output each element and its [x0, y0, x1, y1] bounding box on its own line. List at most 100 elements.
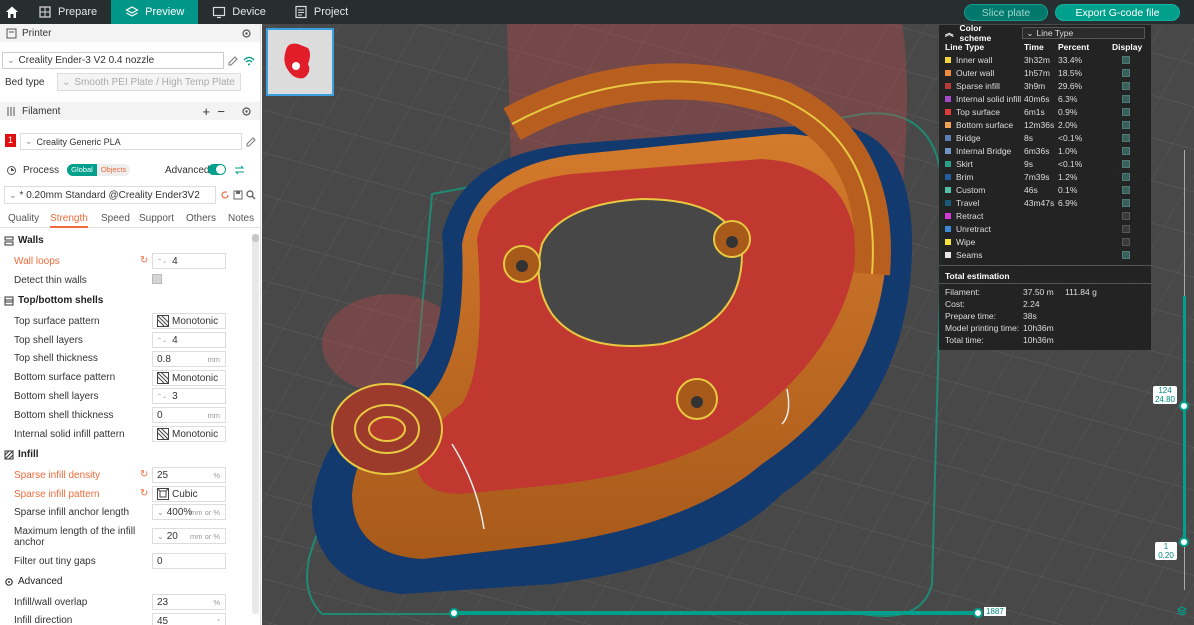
density-value: 25 — [157, 469, 169, 481]
legend-display-checkbox[interactable] — [1122, 81, 1130, 90]
remove-filament-icon[interactable]: − — [217, 104, 225, 119]
legend-display-checkbox[interactable] — [1122, 120, 1130, 129]
filament-select[interactable]: ⌄ Creality Generic PLA — [20, 133, 242, 150]
tab-project[interactable]: Project — [280, 0, 362, 24]
bed-type-select[interactable]: ⌄ Smooth PEI Plate / High Temp Plate — [57, 73, 241, 91]
move-slider-range[interactable] — [453, 611, 978, 615]
printer-name: Creality Ender-3 V2 0.4 nozzle — [18, 55, 155, 66]
anchor-length-unit: mm or % — [190, 507, 220, 517]
anchor-length-input[interactable]: ⌄ 400% mm or % — [152, 504, 226, 520]
compare-icon[interactable] — [234, 165, 245, 175]
collapse-chevron-up-icon[interactable]: ︽ — [945, 27, 954, 39]
infill-direction-input[interactable]: 45 ° — [152, 613, 226, 625]
move-slider-end-handle[interactable] — [973, 608, 983, 618]
anchor-max-input[interactable]: ⌄ 20 mm or % — [152, 528, 226, 544]
tab-preview[interactable]: Preview — [111, 0, 199, 24]
legend-line-type: Inner wall — [956, 54, 993, 65]
monotonic-pattern-icon — [157, 372, 169, 384]
legend-display-checkbox[interactable] — [1122, 198, 1130, 207]
legend-swatch — [945, 56, 951, 63]
home-button[interactable] — [0, 0, 24, 24]
infill-direction-unit: ° — [217, 616, 220, 625]
wall-loops-reset-icon[interactable]: ↻ — [140, 255, 148, 266]
advanced-label: Advanced — [165, 164, 210, 176]
tab-notes[interactable]: Notes — [228, 213, 254, 224]
color-scheme-select[interactable]: ⌄ Line Type — [1022, 27, 1145, 39]
tab-quality[interactable]: Quality — [8, 213, 39, 224]
move-slider-start-handle[interactable] — [449, 608, 459, 618]
legend-display-checkbox[interactable] — [1122, 159, 1130, 168]
global-option[interactable]: Global — [67, 164, 97, 176]
search-icon[interactable] — [246, 190, 256, 200]
legend-display-checkbox[interactable] — [1122, 211, 1130, 220]
wall-loops-input[interactable]: ⌃⌄ 4 — [152, 253, 226, 269]
tab-prepare[interactable]: Prepare — [24, 0, 111, 24]
save-preset-icon[interactable] — [233, 190, 243, 200]
printer-settings-gear-icon[interactable] — [241, 28, 252, 39]
legend-display-checkbox[interactable] — [1122, 224, 1130, 233]
wall-loops-stepper-icon[interactable]: ⌃⌄ — [157, 258, 167, 265]
objects-option[interactable]: Objects — [96, 164, 131, 176]
tab-speed[interactable]: Speed — [101, 213, 130, 224]
sparse-pattern-select[interactable]: Cubic — [152, 486, 226, 502]
cubic-pattern-icon — [157, 488, 169, 500]
top-layer-height: 24.80 — [1154, 395, 1176, 404]
legend-display-checkbox[interactable] — [1122, 55, 1130, 64]
top-layers-stepper-icon[interactable]: ⌃⌄ — [157, 337, 167, 344]
overlap-input[interactable]: 23% — [152, 594, 226, 610]
global-objects-toggle[interactable]: Global Objects — [67, 164, 131, 176]
tab-support[interactable]: Support — [139, 213, 174, 224]
density-reset-icon[interactable]: ↻ — [140, 469, 148, 480]
slice-plate-button[interactable]: Slice plate — [964, 4, 1048, 21]
legend-percent: 6.3% — [1058, 93, 1078, 104]
top-pattern-select[interactable]: Monotonic — [152, 313, 226, 329]
export-gcode-button[interactable]: Export G-code file — [1055, 4, 1180, 21]
wifi-icon[interactable] — [243, 56, 255, 66]
bottom-thickness-input[interactable]: 0 mm — [152, 407, 226, 423]
layer-slider-range[interactable] — [1183, 296, 1186, 546]
tab-device[interactable]: Device — [198, 0, 280, 24]
density-input[interactable]: 25% — [152, 467, 226, 483]
detect-thin-walls-checkbox[interactable] — [152, 274, 162, 284]
color-scheme-title: Color scheme — [959, 23, 992, 43]
sidebar-scrollbar[interactable] — [252, 234, 259, 614]
sparse-pattern-reset-icon[interactable]: ↻ — [140, 488, 148, 499]
legend-percent: 1.0% — [1058, 145, 1078, 156]
top-layer-handle[interactable] — [1179, 401, 1189, 411]
legend-time: 6m1s — [1024, 106, 1045, 117]
edit-printer-icon[interactable] — [228, 56, 238, 66]
legend-display-checkbox[interactable] — [1122, 107, 1130, 116]
legend-display-checkbox[interactable] — [1122, 185, 1130, 194]
legend-display-checkbox[interactable] — [1122, 68, 1130, 77]
bottom-layer-handle[interactable] — [1179, 537, 1189, 547]
layers-stack-icon[interactable] — [1177, 606, 1187, 616]
tab-others[interactable]: Others — [186, 213, 216, 224]
legend-display-checkbox[interactable] — [1122, 146, 1130, 155]
advanced-toggle[interactable] — [208, 164, 226, 175]
top-layers-input[interactable]: ⌃⌄ 4 — [152, 332, 226, 348]
top-thickness-input[interactable]: 0.8 mm — [152, 351, 226, 367]
legend-display-checkbox[interactable] — [1122, 133, 1130, 142]
edit-filament-icon[interactable] — [246, 137, 256, 147]
internal-solid-pattern-select[interactable]: Monotonic — [152, 426, 226, 442]
legend-display-checkbox[interactable] — [1122, 237, 1130, 246]
process-preset-select[interactable]: ⌄ * 0.20mm Standard @Creality Ender3V2 — [4, 186, 216, 204]
filament-index-badge[interactable]: 1 — [5, 134, 16, 147]
bottom-pattern-select[interactable]: Monotonic — [152, 370, 226, 386]
bottom-layers-stepper-icon[interactable]: ⌃⌄ — [157, 393, 167, 400]
legend-display-checkbox[interactable] — [1122, 250, 1130, 259]
preset-chevron-down-icon: ⌄ — [9, 189, 17, 200]
reset-preset-icon[interactable] — [220, 190, 230, 200]
tiny-gaps-input[interactable]: 0 — [152, 553, 226, 569]
plate-thumbnail[interactable] — [266, 28, 334, 96]
overlap-value: 23 — [157, 596, 169, 608]
filament-settings-gear-icon[interactable] — [241, 106, 252, 117]
legend-row: Skirt 9s <0.1% — [939, 157, 1151, 170]
total-value-secondary: 111.84 g — [1065, 287, 1097, 297]
tab-strength[interactable]: Strength — [50, 213, 88, 228]
printer-select[interactable]: ⌄ Creality Ender-3 V2 0.4 nozzle — [2, 52, 224, 69]
legend-display-checkbox[interactable] — [1122, 172, 1130, 181]
legend-display-checkbox[interactable] — [1122, 94, 1130, 103]
bottom-layers-input[interactable]: ⌃⌄ 3 — [152, 388, 226, 404]
add-filament-icon[interactable]: + — [202, 104, 210, 119]
